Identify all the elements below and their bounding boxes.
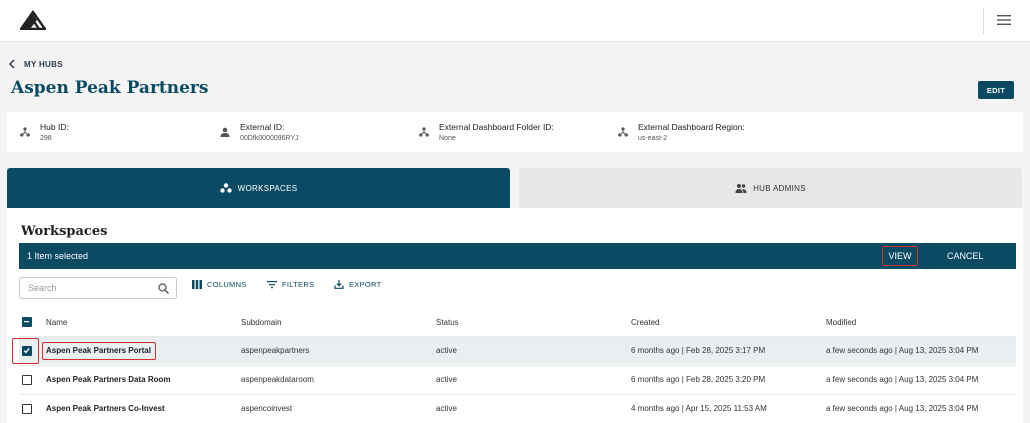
hub-info-card: Hub ID: 298 External ID: 00Dfk0000096RYJ… (7, 112, 1023, 152)
info-value: None (439, 135, 456, 142)
table-row[interactable]: Aspen Peak Partners Data Room aspenpeakd… (19, 365, 1016, 393)
table-row[interactable]: Aspen Peak Partners Portal aspenpeakpart… (12, 336, 1016, 364)
workspace-name[interactable]: Aspen Peak Partners Co-Invest (46, 395, 165, 422)
workspaces-panel: Workspaces 1 Item selected VIEW CANCEL S… (7, 208, 1023, 423)
column-header-status[interactable]: Status (436, 310, 459, 334)
column-header-modified[interactable]: Modified (826, 310, 856, 334)
row-checkbox[interactable] (22, 346, 32, 356)
info-label: External Dashboard Folder ID: (439, 122, 554, 132)
selection-bar: 1 Item selected VIEW CANCEL (19, 243, 1016, 269)
info-dashboard-region: External Dashboard Region: us-east-2 (618, 122, 745, 144)
info-value: 00Dfk0000096RYJ (240, 135, 299, 142)
mountain-logo-icon[interactable] (20, 10, 46, 30)
search-input[interactable]: Search (19, 277, 177, 299)
workspace-status: active (436, 346, 457, 355)
view-button[interactable]: VIEW (882, 246, 918, 266)
workspace-status: active (436, 375, 457, 384)
section-title: Workspaces (21, 224, 108, 239)
search-icon[interactable] (158, 283, 169, 294)
checkmark-icon (23, 347, 30, 354)
columns-button[interactable]: COLUMNS (192, 280, 247, 289)
tab-label: HUB ADMINS (753, 183, 806, 193)
workspace-subdomain: aspenpeakpartners (241, 346, 310, 355)
table-row[interactable]: Aspen Peak Partners Co-Invest aspencoinv… (19, 394, 1016, 422)
export-button[interactable]: EXPORT (334, 280, 382, 289)
selection-count: 1 Item selected (27, 251, 89, 261)
columns-icon (192, 280, 202, 289)
workspace-subdomain: aspenpeakdataroom (241, 375, 314, 384)
tab-hub-admins[interactable]: HUB ADMINS (519, 168, 1022, 208)
workspace-name[interactable]: Aspen Peak Partners Portal (46, 337, 151, 364)
filters-button[interactable]: FILTERS (267, 280, 314, 289)
info-value: us-east-2 (638, 135, 668, 142)
tab-workspaces[interactable]: WORKSPACES (7, 168, 510, 208)
person-icon (220, 127, 230, 137)
workspace-subdomain: aspencoinvest (241, 404, 293, 413)
hub-icon (618, 127, 628, 137)
row-checkbox[interactable] (22, 404, 32, 414)
edit-button[interactable]: EDIT (978, 81, 1014, 99)
workspace-created: 6 months ago | Feb 28, 2025 3:20 PM (631, 375, 766, 384)
info-label: Hub ID: (40, 122, 69, 132)
people-icon (735, 184, 747, 193)
select-all-checkbox[interactable] (22, 317, 32, 327)
workspace-modified: a few seconds ago | Aug 13, 2025 3:04 PM (826, 404, 979, 413)
workspaces-icon (219, 183, 232, 193)
column-header-name[interactable]: Name (46, 310, 67, 334)
back-to-my-hubs-link[interactable]: MY HUBS (8, 57, 63, 71)
info-dashboard-folder-id: External Dashboard Folder ID: None (419, 122, 554, 144)
workspace-name[interactable]: Aspen Peak Partners Data Room (46, 366, 171, 393)
filter-icon (267, 281, 277, 289)
search-placeholder: Search (28, 283, 57, 293)
workspace-created: 6 months ago | Feb 28, 2025 3:17 PM (631, 346, 766, 355)
hub-icon (20, 127, 30, 137)
export-icon (334, 280, 344, 289)
filters-label: FILTERS (282, 280, 315, 289)
hub-icon (419, 127, 429, 137)
workspace-modified: a few seconds ago | Aug 13, 2025 3:04 PM (826, 375, 979, 384)
table-header: Name Subdomain Status Created Modified (19, 310, 1016, 334)
column-header-subdomain[interactable]: Subdomain (241, 310, 281, 334)
top-bar (0, 0, 1030, 42)
export-label: EXPORT (349, 280, 382, 289)
cancel-button[interactable]: CANCEL (947, 251, 984, 261)
chevron-left-icon (8, 59, 15, 69)
info-label: External ID: (240, 122, 285, 132)
info-external-id: External ID: 00Dfk0000096RYJ (220, 122, 299, 144)
back-label: MY HUBS (24, 59, 63, 69)
menu-divider (983, 8, 984, 34)
hamburger-menu-icon[interactable] (996, 13, 1012, 27)
page-title: Aspen Peak Partners (11, 78, 209, 98)
minus-icon (24, 321, 29, 323)
info-value: 298 (40, 135, 52, 142)
workspace-created: 4 months ago | Apr 15, 2025 11:53 AM (631, 404, 767, 413)
columns-label: COLUMNS (207, 280, 247, 289)
workspace-status: active (436, 404, 457, 413)
workspace-modified: a few seconds ago | Aug 13, 2025 3:04 PM (826, 346, 979, 355)
row-checkbox[interactable] (22, 375, 32, 385)
info-label: External Dashboard Region: (638, 122, 745, 132)
tab-label: WORKSPACES (237, 183, 298, 193)
column-header-created[interactable]: Created (631, 310, 659, 334)
info-hub-id: Hub ID: 298 (20, 122, 69, 144)
